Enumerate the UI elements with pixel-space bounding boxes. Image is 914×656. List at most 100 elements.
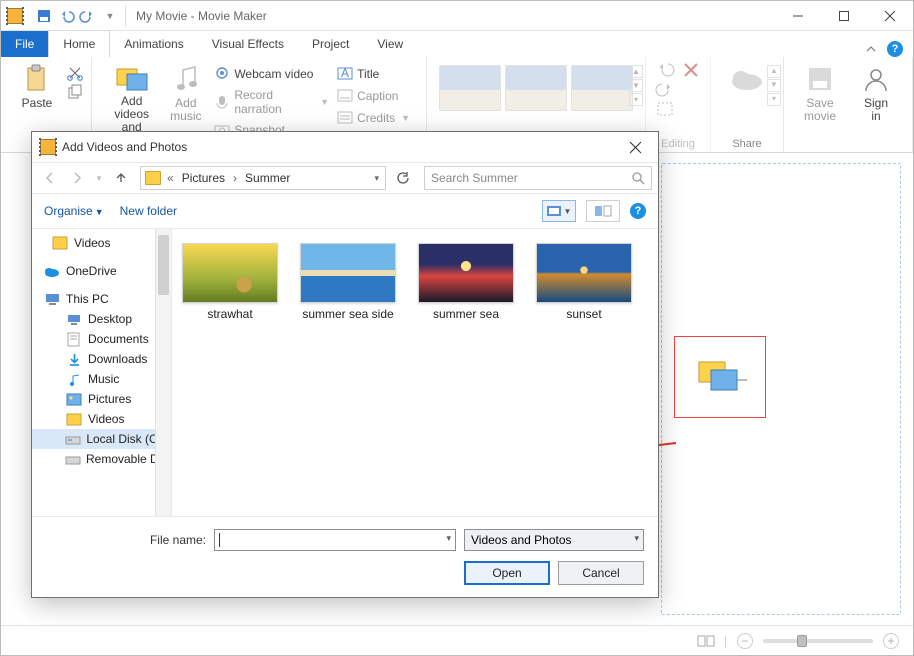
rotate-left-icon[interactable] (656, 61, 674, 77)
caption-button[interactable]: Caption (337, 86, 410, 106)
tab-visual-effects[interactable]: Visual Effects (198, 31, 298, 57)
gallery-up-icon[interactable]: ▲ (767, 65, 781, 78)
breadcrumb-bar[interactable]: « Pictures › Summer ▾ (140, 166, 386, 190)
tree-this-pc[interactable]: This PC (32, 289, 171, 309)
file-list[interactable]: strawhat summer sea side summer sea suns… (172, 229, 658, 516)
tree-onedrive[interactable]: OneDrive (32, 261, 171, 281)
title-button[interactable]: ATitle (337, 64, 410, 84)
tree-scrollbar[interactable] (158, 235, 169, 295)
crumb-pictures[interactable]: Pictures (180, 171, 227, 185)
file-thumbnail (536, 243, 632, 303)
organise-menu[interactable]: Organise▼ (44, 204, 104, 218)
file-item[interactable]: sunset (536, 243, 632, 321)
crumb-summer[interactable]: Summer (243, 171, 292, 185)
svg-text:A: A (341, 66, 349, 80)
refresh-button[interactable] (391, 166, 415, 190)
quick-access-toolbar: ▼ (29, 5, 126, 27)
gallery-down-icon[interactable]: ▼ (629, 79, 643, 92)
save-movie-button[interactable]: Save movie (792, 61, 848, 148)
tree-videos-quick[interactable]: Videos (32, 233, 171, 253)
gallery-more-icon[interactable]: ▾ (629, 93, 643, 106)
gallery-up-icon[interactable]: ▲ (629, 65, 643, 78)
chevron-right-icon: › (231, 171, 239, 185)
ribbon-collapse-icon[interactable] (865, 43, 877, 55)
filename-input[interactable] (214, 529, 456, 551)
file-label: summer sea (433, 307, 499, 321)
remove-icon[interactable] (682, 61, 700, 101)
qat-dropdown-icon[interactable]: ▼ (101, 7, 119, 25)
rotate-right-icon[interactable] (656, 81, 674, 97)
view-switch-icon[interactable] (698, 634, 714, 648)
open-button[interactable]: Open (464, 561, 550, 585)
tree-downloads[interactable]: Downloads (32, 349, 171, 369)
file-thumbnail (300, 243, 396, 303)
file-item[interactable]: summer sea (418, 243, 514, 321)
search-icon (632, 172, 645, 185)
dialog-help-icon[interactable]: ? (630, 203, 646, 219)
file-item[interactable]: strawhat (182, 243, 278, 321)
add-music-label: Add music (170, 97, 201, 123)
gallery-down-icon[interactable]: ▼ (767, 79, 781, 92)
nav-recent-dropdown[interactable]: ▾ (92, 166, 106, 190)
theme-thumbnail[interactable] (439, 65, 501, 111)
record-narration-button[interactable]: Record narration▼ (214, 86, 329, 118)
select-all-icon[interactable] (656, 101, 674, 117)
file-thumbnail (418, 243, 514, 303)
timeline-drop-target[interactable] (674, 336, 766, 418)
filetype-select[interactable]: Videos and Photos (464, 529, 644, 551)
preview-pane-button[interactable] (586, 200, 620, 222)
close-button[interactable] (867, 1, 913, 31)
navigation-tree[interactable]: Videos OneDrive This PC Desktop Document… (32, 229, 172, 516)
tab-project[interactable]: Project (298, 31, 363, 57)
file-label: summer sea side (302, 307, 393, 321)
theme-thumbnail[interactable] (505, 65, 567, 111)
save-icon[interactable] (35, 7, 53, 25)
undo-icon[interactable] (57, 7, 75, 25)
autothemes-gallery[interactable] (435, 61, 637, 115)
skydrive-button[interactable] (721, 61, 773, 136)
nav-forward-button[interactable] (65, 166, 89, 190)
zoom-slider[interactable] (763, 639, 873, 643)
filename-label: File name: (46, 533, 206, 547)
folder-icon (145, 171, 161, 185)
maximize-button[interactable] (821, 1, 867, 31)
copy-icon[interactable] (67, 84, 83, 100)
share-group-label: Share (711, 138, 783, 150)
gallery-more-icon[interactable]: ▾ (767, 93, 781, 106)
tree-desktop[interactable]: Desktop (32, 309, 171, 329)
nav-up-button[interactable] (109, 166, 133, 190)
tree-music[interactable]: Music (32, 369, 171, 389)
webcam-video-button[interactable]: Webcam video (214, 64, 329, 84)
tree-removable-disk[interactable]: Removable Disk (32, 449, 171, 469)
crumb-dropdown-icon[interactable]: ▾ (372, 173, 381, 184)
tab-view[interactable]: View (363, 31, 417, 57)
redo-icon[interactable] (79, 7, 97, 25)
timeline-pane[interactable] (661, 163, 901, 615)
file-label: sunset (566, 307, 601, 321)
search-input[interactable]: Search Summer (424, 166, 652, 190)
zoom-out-button[interactable]: − (737, 633, 753, 649)
credits-button[interactable]: Credits▼ (337, 108, 410, 128)
search-placeholder: Search Summer (431, 171, 518, 185)
zoom-in-button[interactable]: + (883, 633, 899, 649)
theme-thumbnail[interactable] (571, 65, 633, 111)
cut-icon[interactable] (67, 65, 83, 81)
view-mode-button[interactable]: ▼ (542, 200, 576, 222)
dialog-close-button[interactable] (620, 137, 650, 157)
tab-animations[interactable]: Animations (110, 31, 197, 57)
tab-home[interactable]: Home (48, 30, 110, 57)
minimize-button[interactable] (775, 1, 821, 31)
tree-local-disk[interactable]: Local Disk (C:) (32, 429, 171, 449)
tree-pictures[interactable]: Pictures (32, 389, 171, 409)
tree-documents[interactable]: Documents (32, 329, 171, 349)
chevron-left-icon[interactable]: « (165, 171, 176, 185)
file-item[interactable]: summer sea side (300, 243, 396, 321)
tree-videos[interactable]: Videos (32, 409, 171, 429)
nav-back-button[interactable] (38, 166, 62, 190)
help-icon[interactable]: ? (887, 41, 903, 57)
sign-in-button[interactable]: Sign in (848, 61, 904, 148)
file-tab[interactable]: File (1, 31, 48, 57)
cancel-button[interactable]: Cancel (558, 561, 644, 585)
add-videos-photos-dialog: Add Videos and Photos ▾ « Pictures › Sum… (31, 131, 659, 598)
new-folder-button[interactable]: New folder (120, 204, 177, 218)
